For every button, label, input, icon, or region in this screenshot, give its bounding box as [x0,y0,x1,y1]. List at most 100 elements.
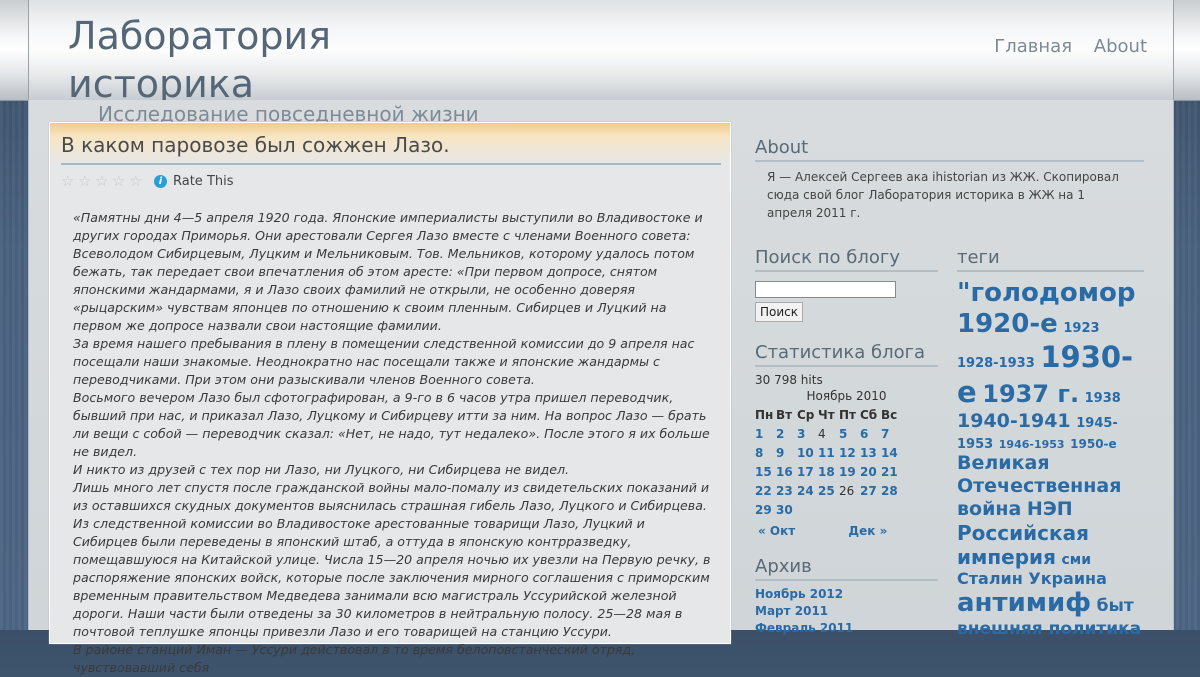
tag-link[interactable]: 1938 [1085,391,1121,406]
calendar-day[interactable]: 9 [776,443,797,462]
calendar-day-link[interactable]: 9 [776,446,784,460]
calendar-day[interactable]: 8 [755,443,776,462]
calendar-week: 15 16 17 18 19 20 21 [755,462,902,481]
tags-widget: теги "голодомор 1920-е 1923 1928-1933 19… [957,247,1144,640]
tag-cloud: "голодомор 1920-е 1923 1928-1933 1930-е … [957,278,1144,640]
calendar-day-link[interactable]: 5 [839,427,847,441]
calendar-nav: « Окт Дек » [755,524,938,538]
archive-link[interactable]: Ноябрь 2012 [755,587,938,602]
calendar-day[interactable]: 16 [776,462,797,481]
tag-link[interactable]: НЭП [1027,498,1073,520]
calendar-day-link[interactable]: 14 [881,446,898,460]
calendar-day[interactable]: 18 [818,462,839,481]
tag-link[interactable]: внешняя политика [957,619,1141,639]
calendar-day-link[interactable]: 23 [776,484,793,498]
calendar-day-link[interactable]: 2 [776,427,784,441]
calendar-day[interactable]: 1 [755,424,776,443]
calendar-day[interactable]: 12 [839,443,860,462]
tag-link[interactable]: 1937 г. [982,380,1079,408]
calendar-day [839,500,860,519]
calendar-day-link[interactable]: 16 [776,465,793,479]
calendar-day-link[interactable]: 11 [818,446,835,460]
search-button[interactable]: Поиск [755,302,804,322]
calendar-day[interactable]: 23 [776,481,797,500]
archive-link[interactable]: Февраль 2011 [755,621,938,636]
calendar-day-link[interactable]: 24 [797,484,814,498]
calendar-day[interactable]: 24 [797,481,818,500]
tag-link[interactable]: "голодомор [957,278,1135,308]
star-icon[interactable]: ☆ [78,173,93,189]
calendar-day[interactable]: 27 [860,481,881,500]
calendar-caption: Ноябрь 2010 [806,389,887,403]
tag-link[interactable]: Сталин [957,569,1023,588]
calendar-day-link[interactable]: 27 [860,484,877,498]
calendar-day[interactable]: 11 [818,443,839,462]
calendar-day-link[interactable]: 10 [797,446,814,460]
calendar-day-link[interactable]: 13 [860,446,877,460]
calendar-day-link[interactable]: 3 [797,427,805,441]
calendar-day-link[interactable]: 25 [818,484,835,498]
star-icon[interactable]: ☆ [129,173,144,189]
calendar-day-link[interactable]: 21 [881,465,898,479]
tag-link[interactable]: 1950-е [1070,437,1117,451]
tag-link[interactable]: 1940-1941 [957,410,1071,432]
nav-link-home[interactable]: Главная [994,36,1072,57]
tag-link[interactable]: 1928-1933 [957,356,1035,371]
calendar-prev-link[interactable]: « Окт [758,524,795,538]
calendar-day-link[interactable]: 22 [755,484,772,498]
calendar-day-link[interactable]: 30 [776,503,793,517]
archive-widget: Архив Ноябрь 2012 Март 2011 Февраль 2011 [755,556,938,636]
star-icon[interactable]: ☆ [112,173,127,189]
post-paragraph: В районе станций Иман — Уссури действова… [73,642,636,675]
post-title[interactable]: В каком паровозе был сожжен Лазо. [61,133,721,165]
tag-link[interactable]: антимиф [957,588,1091,618]
calendar-day[interactable]: 28 [881,481,902,500]
calendar-day[interactable]: 22 [755,481,776,500]
tag-link[interactable]: 1946-1953 [999,438,1065,451]
tag-link[interactable]: Украина [1028,569,1107,588]
tag-link[interactable]: 1920-е [957,309,1058,339]
info-icon[interactable]: i [154,174,167,188]
calendar-day[interactable]: 19 [839,462,860,481]
calendar-day-link[interactable]: 29 [755,503,772,517]
site-title[interactable]: Лаборатория историка [68,12,398,108]
calendar-day[interactable]: 29 [755,500,776,519]
calendar-day[interactable]: 2 [776,424,797,443]
calendar-day-link[interactable]: 20 [860,465,877,479]
search-input[interactable] [755,281,896,298]
tag-link[interactable]: сми [1062,552,1092,568]
rate-this-label: Rate This [173,173,234,189]
calendar-day[interactable]: 30 [776,500,797,519]
calendar-day-link[interactable]: 8 [755,446,763,460]
calendar-day-link[interactable]: 1 [755,427,763,441]
calendar-day[interactable]: 20 [860,462,881,481]
calendar-day[interactable]: 7 [881,424,902,443]
calendar-next-link[interactable]: Дек » [848,524,887,538]
post-body: «Памятны дни 4—5 апреля 1920 года. Японс… [73,209,713,677]
calendar-day[interactable]: 10 [797,443,818,462]
star-icon[interactable]: ☆ [61,173,76,189]
calendar-day-link[interactable]: 17 [797,465,814,479]
calendar-day[interactable]: 13 [860,443,881,462]
calendar-day-link[interactable]: 12 [839,446,856,460]
calendar-day-link[interactable]: 19 [839,465,856,479]
calendar-day-link[interactable]: 15 [755,465,772,479]
calendar-day[interactable]: 21 [881,462,902,481]
calendar-day[interactable]: 6 [860,424,881,443]
calendar-day[interactable]: 25 [818,481,839,500]
archive-link[interactable]: Март 2011 [755,604,938,619]
calendar-day-link[interactable]: 6 [860,427,868,441]
calendar-day-link[interactable]: 7 [881,427,889,441]
calendar-day[interactable]: 5 [839,424,860,443]
calendar-day[interactable]: 15 [755,462,776,481]
tag-link[interactable]: 1923 [1063,321,1099,336]
calendar-week: 22 23 24 25 26 27 28 [755,481,902,500]
tag-link[interactable]: быт [1097,596,1134,616]
calendar-day[interactable]: 14 [881,443,902,462]
calendar-day[interactable]: 3 [797,424,818,443]
star-icon[interactable]: ☆ [95,173,110,189]
nav-link-about[interactable]: About [1094,36,1147,57]
calendar-day-link[interactable]: 18 [818,465,835,479]
calendar-day[interactable]: 17 [797,462,818,481]
calendar-day-link[interactable]: 28 [881,484,898,498]
